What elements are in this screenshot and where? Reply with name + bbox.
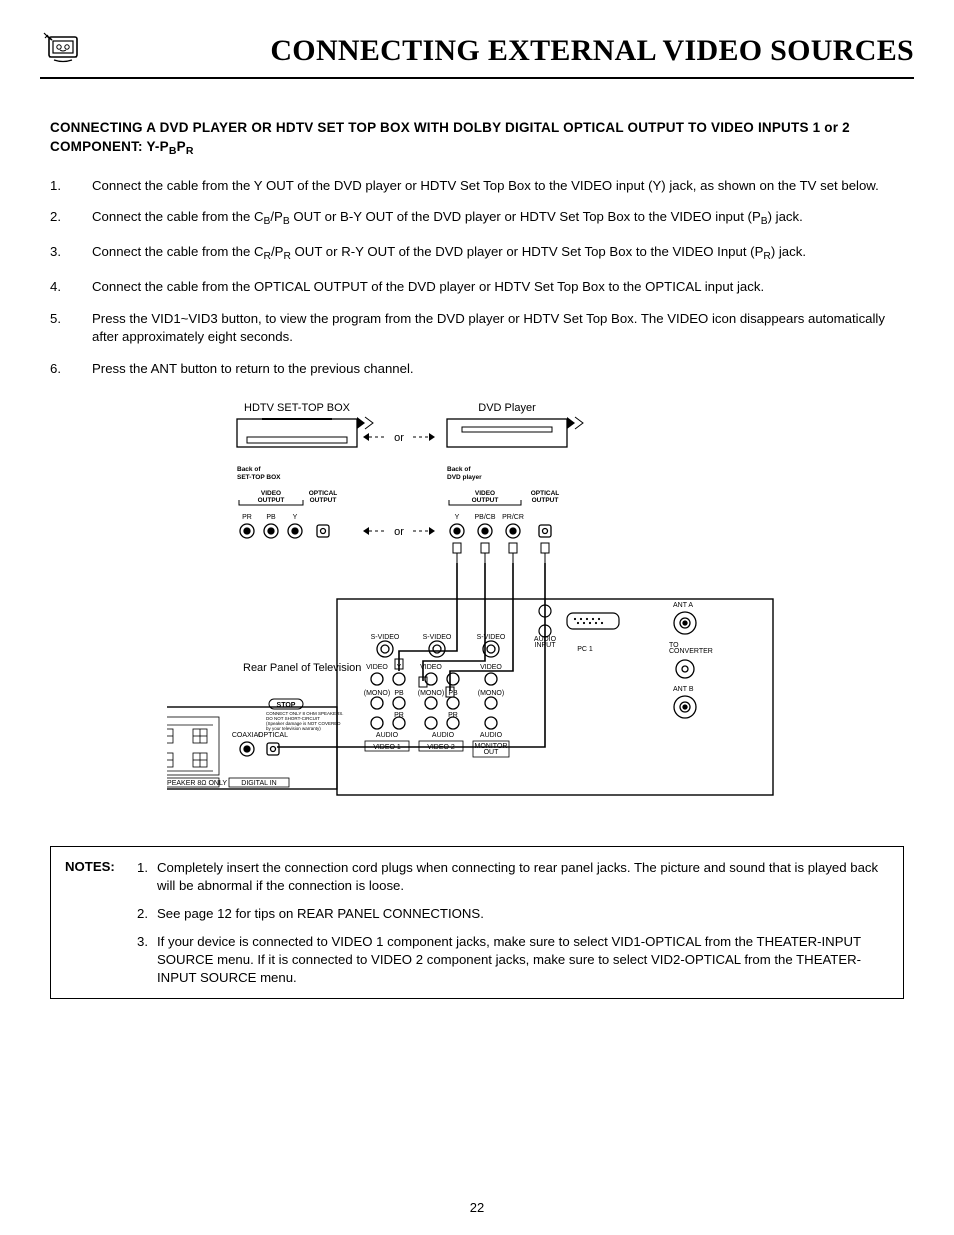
step-body: Connect the cable from the Y OUT of the …: [92, 177, 904, 195]
monitor-out: MONITOROUT: [475, 743, 508, 756]
step-num: 1.: [50, 177, 92, 195]
svg-text:PB/CB: PB/CB: [474, 514, 495, 521]
svg-text:DIGITAL IN: DIGITAL IN: [241, 780, 276, 787]
step-4: 4. Connect the cable from the OPTICAL OU…: [50, 278, 904, 296]
svg-text:PB: PB: [394, 690, 404, 697]
video-output-1: VIDEOOUTPUT: [258, 490, 285, 504]
section-heading: CONNECTING A DVD PLAYER OR HDTV SET TOP …: [50, 119, 904, 159]
step-num: 6.: [50, 360, 92, 378]
notes-items: 1. Completely insert the connection cord…: [137, 859, 889, 986]
step-body: Connect the cable from the CR/PR OUT or …: [92, 243, 904, 264]
svg-text:PB: PB: [448, 690, 458, 697]
step-6: 6. Press the ANT button to return to the…: [50, 360, 904, 378]
optical-output-1: OPTICALOUTPUT: [309, 490, 338, 504]
note-text: See page 12 for tips on REAR PANEL CONNE…: [157, 905, 484, 923]
svg-text:VIDEO 2: VIDEO 2: [427, 744, 455, 751]
step-body: Press the ANT button to return to the pr…: [92, 360, 904, 378]
svg-text:VIDEO 1: VIDEO 1: [373, 744, 401, 751]
page-number: 22: [0, 1200, 954, 1215]
tv-icon: [40, 30, 84, 71]
or-label-1: or: [394, 432, 404, 444]
back-of-settop: Back of SET-TOP BOX: [237, 466, 281, 481]
step-num: 5.: [50, 310, 92, 346]
step-3: 3. Connect the cable from the CR/PR OUT …: [50, 243, 904, 264]
heading-text-b: P: [177, 139, 186, 154]
notes-label: NOTES:: [65, 859, 137, 874]
audio-input: AUDIOINPUT: [534, 636, 557, 649]
step-1: 1. Connect the cable from the Y OUT of t…: [50, 177, 904, 195]
or-label-2: or: [394, 526, 404, 538]
step-2: 2. Connect the cable from the CB/PB OUT …: [50, 208, 904, 229]
heading-sub-r: R: [186, 145, 194, 157]
svg-text:S-VIDEO: S-VIDEO: [477, 634, 506, 641]
svg-text:REAR SPEAKER 8Ω ONLY: REAR SPEAKER 8Ω ONLY: [167, 780, 227, 787]
svg-text:Y: Y: [397, 664, 402, 671]
svg-text:(MONO): (MONO): [364, 690, 390, 697]
step-num: 2.: [50, 208, 92, 229]
svg-text:(MONO): (MONO): [478, 690, 504, 697]
dvd-label: DVD Player: [478, 402, 536, 414]
svg-text:S-VIDEO: S-VIDEO: [423, 634, 452, 641]
svg-text:(MONO): (MONO): [418, 690, 444, 697]
video-output-2: VIDEOOUTPUT: [472, 490, 499, 504]
step-body: Connect the cable from the CB/PB OUT or …: [92, 208, 904, 229]
svg-text:PR: PR: [242, 514, 252, 521]
stop-note: CONNECT ONLY 8 OHM SPEAKERS. DO NOT SHOR…: [266, 711, 345, 731]
svg-text:PB: PB: [266, 514, 276, 521]
back-of-dvd: Back of DVD player: [447, 466, 482, 481]
svg-text:Y: Y: [293, 514, 298, 521]
steps-list: 1. Connect the cable from the Y OUT of t…: [50, 177, 904, 378]
svg-text:VIDEO: VIDEO: [366, 664, 388, 671]
rear-panel-label: Rear Panel of Television: [243, 662, 361, 674]
note-3: 3. If your device is connected to VIDEO …: [137, 933, 889, 986]
svg-text:AUDIO: AUDIO: [432, 732, 455, 739]
svg-text:PR/CR: PR/CR: [502, 514, 524, 521]
connection-diagram: HDTV SET-TOP BOX or DVD Player Back of S…: [40, 401, 914, 806]
note-1: 1. Completely insert the connection cord…: [137, 859, 889, 895]
hdtv-label: HDTV SET-TOP BOX: [244, 402, 351, 414]
svg-text:PC 1: PC 1: [577, 646, 593, 653]
svg-text:ANT B: ANT B: [673, 686, 694, 693]
svg-text:VIDEO: VIDEO: [480, 664, 502, 671]
heading-sub-b: B: [169, 145, 177, 157]
step-num: 3.: [50, 243, 92, 264]
svg-text:Y: Y: [455, 514, 460, 521]
to-converter: TOCONVERTER: [669, 642, 713, 655]
step-num: 4.: [50, 278, 92, 296]
svg-text:AUDIO: AUDIO: [376, 732, 399, 739]
svg-text:VIDEO: VIDEO: [420, 664, 442, 671]
optical-output-2: OPTICALOUTPUT: [531, 490, 560, 504]
svg-text:ANT A: ANT A: [673, 602, 693, 609]
step-body: Connect the cable from the OPTICAL OUTPU…: [92, 278, 904, 296]
svg-text:OPTICAL: OPTICAL: [258, 732, 288, 739]
page-title: CONNECTING EXTERNAL VIDEO SOURCES: [98, 34, 914, 68]
step-body: Press the VID1~VID3 button, to view the …: [92, 310, 904, 346]
step-5: 5. Press the VID1~VID3 button, to view t…: [50, 310, 904, 346]
note-text: If your device is connected to VIDEO 1 c…: [157, 933, 889, 986]
note-2: 2. See page 12 for tips on REAR PANEL CO…: [137, 905, 889, 923]
svg-text:S-VIDEO: S-VIDEO: [371, 634, 400, 641]
notes-box: NOTES: 1. Completely insert the connecti…: [50, 846, 904, 999]
svg-text:AUDIO: AUDIO: [480, 732, 503, 739]
page-header: CONNECTING EXTERNAL VIDEO SOURCES: [40, 30, 914, 79]
svg-text:STOP: STOP: [277, 702, 296, 709]
note-text: Completely insert the connection cord pl…: [157, 859, 889, 895]
